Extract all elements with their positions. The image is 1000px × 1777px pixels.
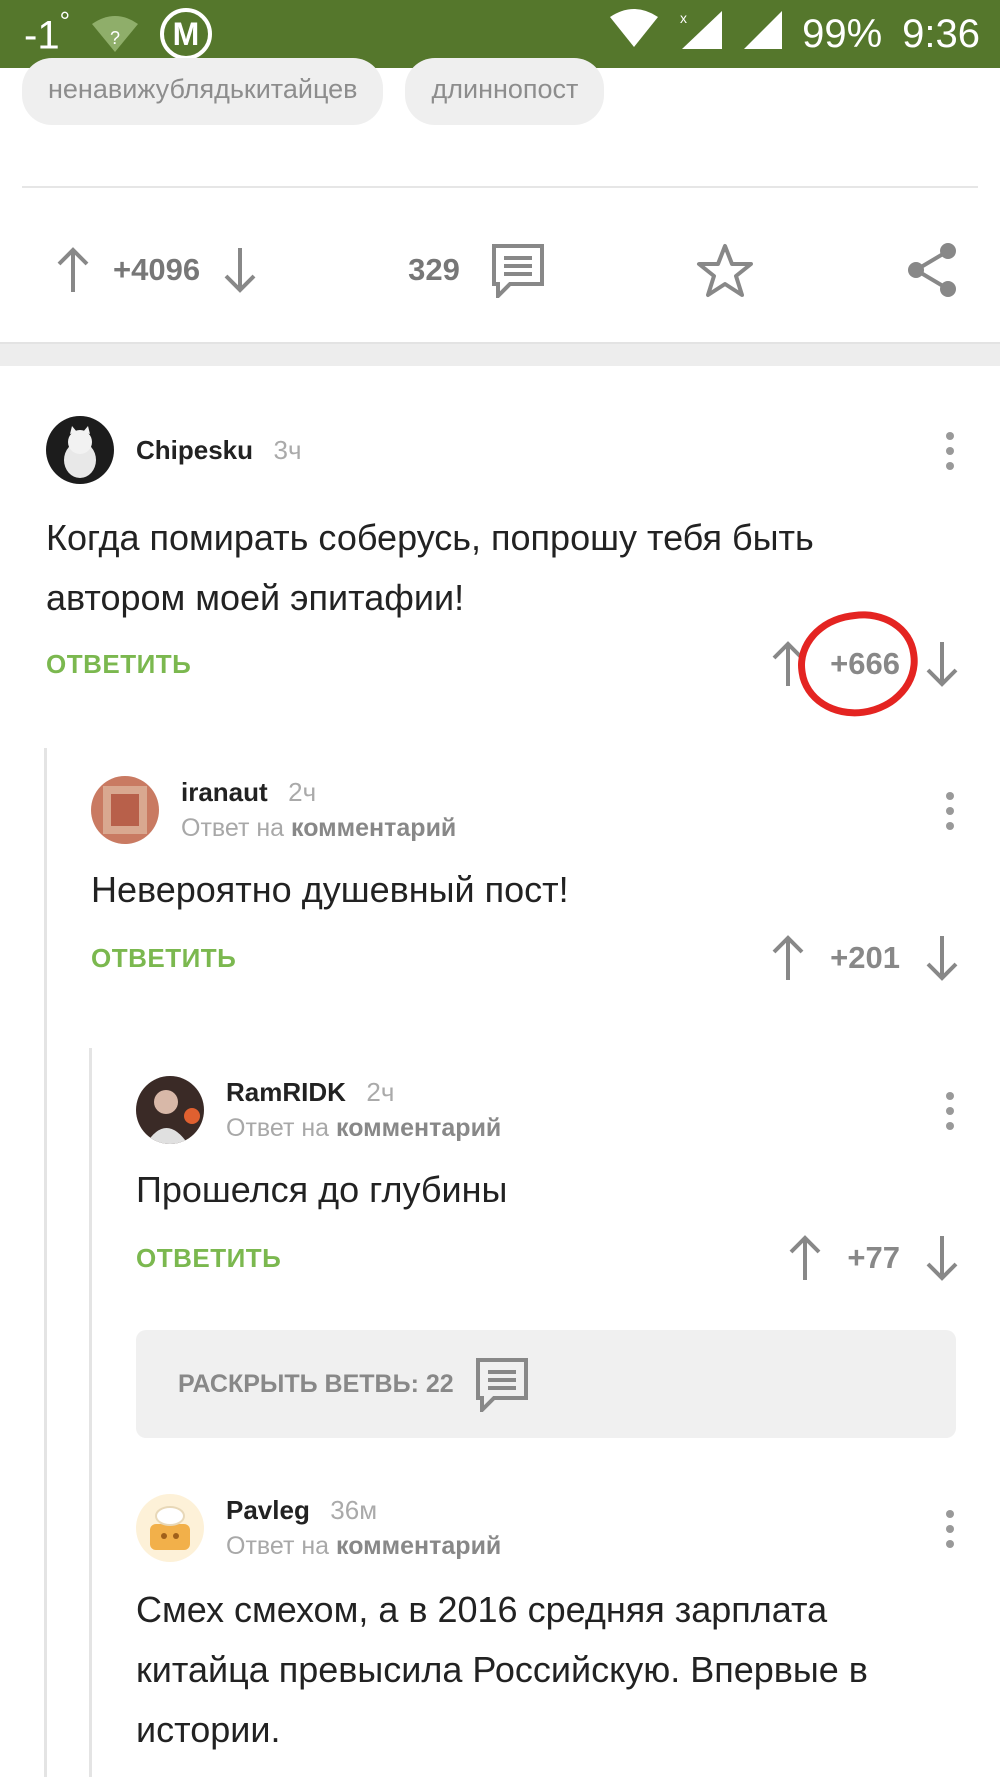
avatar[interactable] bbox=[136, 1494, 204, 1562]
reply-button[interactable]: ОТВЕТИТЬ bbox=[91, 943, 236, 974]
avatar[interactable] bbox=[91, 776, 159, 844]
comments-count: 329 bbox=[408, 252, 460, 287]
more-options-icon[interactable] bbox=[940, 792, 960, 830]
more-options-icon[interactable] bbox=[940, 432, 960, 470]
reply-to: Ответ на комментарий bbox=[226, 1532, 502, 1560]
comment-author[interactable]: iranaut bbox=[181, 777, 268, 807]
tag-list: ненавижублядькитайцев длиннопост bbox=[22, 58, 605, 125]
clock: 9:36 bbox=[902, 11, 980, 56]
comment-author[interactable]: Pavleg bbox=[226, 1495, 310, 1525]
post-action-bar: +4096 329 bbox=[55, 230, 960, 310]
comment-rating: +201 bbox=[830, 940, 900, 975]
post-rating: +4096 bbox=[113, 252, 201, 287]
reply-to-link[interactable]: комментарий bbox=[291, 814, 456, 842]
signal-x-icon: x bbox=[678, 9, 723, 59]
svg-text:?: ? bbox=[110, 28, 120, 48]
section-separator bbox=[0, 342, 1000, 366]
comment-text: Невероятно душевный пост! bbox=[91, 869, 569, 910]
reply-button[interactable]: ОТВЕТИТЬ bbox=[136, 1243, 281, 1274]
more-options-icon[interactable] bbox=[940, 1510, 960, 1548]
comment-text: Когда помирать соберусь, попрошу тебя бы… bbox=[46, 517, 814, 618]
upvote-arrow-icon[interactable] bbox=[787, 1234, 823, 1282]
upvote-arrow-icon[interactable] bbox=[770, 934, 806, 982]
comment-time: 3ч bbox=[273, 434, 302, 465]
comment: iranaut 2ч Ответ на комментарий Невероят… bbox=[91, 776, 960, 982]
comment: RamRIDK 2ч Ответ на комментарий Прошелся… bbox=[136, 1076, 960, 1282]
downvote-arrow-icon[interactable] bbox=[924, 934, 960, 982]
wifi-icon bbox=[610, 9, 659, 59]
comment: Pavleg 36м Ответ на комментарий Смех сме… bbox=[136, 1494, 960, 1760]
tag[interactable]: ненавижублядькитайцев bbox=[22, 58, 384, 125]
expand-branch-button[interactable]: РАСКРЫТЬ ВЕТВЬ: 22 bbox=[136, 1330, 956, 1438]
thread-line bbox=[89, 1048, 92, 1777]
share-icon[interactable] bbox=[904, 241, 960, 299]
metro-icon: M bbox=[159, 8, 212, 60]
avatar[interactable] bbox=[136, 1076, 204, 1144]
comment-time: 2ч bbox=[366, 1077, 395, 1107]
battery-level: 99% bbox=[802, 11, 883, 56]
reply-button[interactable]: ОТВЕТИТЬ bbox=[46, 649, 191, 680]
star-icon[interactable] bbox=[696, 242, 754, 298]
wifi-unknown-icon: ? bbox=[90, 14, 140, 54]
comment-author[interactable]: Chipesku bbox=[136, 435, 253, 465]
comment-time: 36м bbox=[330, 1495, 378, 1525]
comment-author[interactable]: RamRIDK bbox=[226, 1077, 346, 1107]
reply-to-link[interactable]: комментарий bbox=[336, 1532, 501, 1560]
comments-icon[interactable] bbox=[490, 242, 546, 298]
tag[interactable]: длиннопост bbox=[405, 58, 605, 125]
reply-to: Ответ на комментарий bbox=[181, 814, 457, 842]
signal-icon bbox=[742, 9, 783, 59]
comment-time: 2ч bbox=[288, 777, 317, 807]
comment-text: Прошелся до глубины bbox=[136, 1169, 508, 1210]
app-screen: -1° ? M x 99% 9:36 ненавижублядькитайцев… bbox=[0, 0, 1000, 1777]
downvote-arrow-icon[interactable] bbox=[924, 1234, 960, 1282]
svg-text:x: x bbox=[680, 10, 687, 26]
more-options-icon[interactable] bbox=[940, 1092, 960, 1130]
thread-line bbox=[44, 748, 47, 1777]
temperature: -1° bbox=[24, 5, 70, 58]
comment-rating: +77 bbox=[847, 1240, 900, 1275]
upvote-arrow-icon[interactable] bbox=[55, 246, 91, 294]
comments-icon bbox=[474, 1356, 530, 1412]
downvote-arrow-icon[interactable] bbox=[222, 246, 258, 294]
downvote-arrow-icon[interactable] bbox=[924, 640, 960, 688]
comment-text: Смех смехом, а в 2016 средняя зарплата к… bbox=[136, 1589, 868, 1750]
reply-to-link[interactable]: комментарий bbox=[336, 1114, 501, 1142]
divider bbox=[22, 186, 978, 188]
reply-to: Ответ на комментарий bbox=[226, 1114, 502, 1142]
expand-branch-label: РАСКРЫТЬ ВЕТВЬ: 22 bbox=[178, 1369, 454, 1398]
avatar[interactable] bbox=[46, 416, 114, 484]
